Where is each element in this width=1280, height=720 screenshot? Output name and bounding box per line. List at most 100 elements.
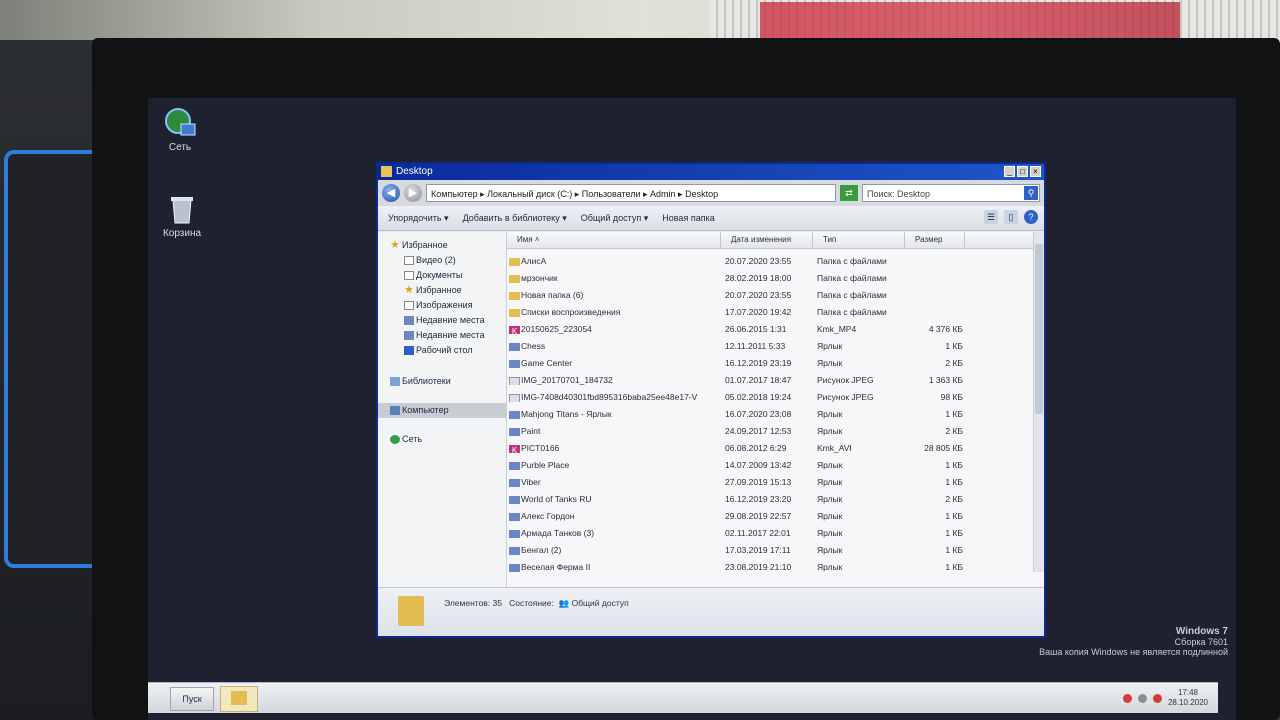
new-folder-button[interactable]: Новая папка xyxy=(662,213,714,223)
image-file-icon xyxy=(509,376,520,385)
window-titlebar[interactable]: Desktop _ □ × xyxy=(378,164,1044,180)
file-type: Kmk_MP4 xyxy=(817,323,857,334)
forward-button[interactable]: ▶ xyxy=(404,184,422,202)
maximize-button[interactable]: □ xyxy=(1017,166,1028,177)
clock-time: 17:48 xyxy=(1177,688,1198,697)
folder-icon xyxy=(509,291,520,300)
view-options-icon[interactable]: ☰ xyxy=(984,210,998,224)
nav-libraries[interactable]: Библиотеки xyxy=(378,374,506,389)
media-file-icon: K xyxy=(509,325,520,334)
file-name-cell: Chess xyxy=(507,341,721,351)
file-name-cell: Purble Place xyxy=(507,460,721,470)
file-row[interactable]: АлисА 20.07.2020 23:55 Папка с файлами xyxy=(507,252,1025,269)
folder-icon xyxy=(509,257,520,266)
file-name: PICT0166 xyxy=(521,442,560,453)
watermark-build: Сборка 7601 xyxy=(1174,637,1228,647)
file-row[interactable]: Алекс Гордон 29.08.2019 22:57 Ярлык 1 КБ xyxy=(507,507,1025,524)
state-value: Общий доступ xyxy=(571,598,629,608)
column-size[interactable]: Размер xyxy=(905,232,965,248)
file-row[interactable]: Game Center 16.12.2019 23:19 Ярлык 2 КБ xyxy=(507,354,1025,371)
file-date: 17.07.2020 19:42 xyxy=(725,306,792,317)
file-row[interactable]: IMG-7408d40301fbd895316baba25ee48e17-V 05… xyxy=(507,388,1025,405)
file-name: Армада Танков (3) xyxy=(521,527,595,538)
file-type: Ярлык xyxy=(817,493,843,504)
file-row[interactable]: Армада Танков (3) 02.11.2017 22:01 Ярлык 1 … xyxy=(507,524,1025,541)
command-bar: Упорядочить ▾ Добавить в библиотеку ▾ Об… xyxy=(378,206,1044,231)
desktop-icon-recycle-bin[interactable]: Корзина xyxy=(150,192,214,239)
file-name: Mahjong Titans - Ярлык xyxy=(521,408,612,419)
file-name-cell: Новая папка (6) xyxy=(507,290,721,300)
minimize-button[interactable]: _ xyxy=(1004,166,1015,177)
nav-item-documents[interactable]: Документы xyxy=(378,268,506,283)
search-input[interactable]: Поиск: Desktop ⚲ xyxy=(862,184,1040,202)
nav-item-videos[interactable]: Видео (2) xyxy=(378,253,506,268)
address-field[interactable]: Компьютер ▸ Локальный диск (C:) ▸ Пользо… xyxy=(426,184,836,202)
file-date: 06.08.2012 6:29 xyxy=(725,442,787,453)
nav-favorites[interactable]: ★ Избранное xyxy=(378,238,506,253)
file-date: 28.02.2019 18:00 xyxy=(725,272,792,283)
file-row[interactable]: Purble Place 14.07.2009 13:42 Ярлык 1 КБ xyxy=(507,456,1025,473)
tray-volume-icon[interactable] xyxy=(1152,693,1162,703)
file-row[interactable]: Viber 27.09.2019 15:13 Ярлык 1 КБ xyxy=(507,473,1025,490)
file-name-cell: Mahjong Titans - Ярлык xyxy=(507,409,721,419)
file-row[interactable]: Списки воспроизведения 17.07.2020 19:42 Па… xyxy=(507,303,1025,320)
column-type[interactable]: Тип xyxy=(813,232,905,248)
file-name-cell: K 20150625_223054 xyxy=(507,324,721,334)
search-icon[interactable]: ⚲ xyxy=(1024,186,1038,200)
file-row[interactable]: K PICT0166 06.08.2012 6:29 Kmk_AVI 28 805 КБ xyxy=(507,439,1025,456)
share-button[interactable]: Общий доступ ▾ xyxy=(581,213,649,224)
refresh-button[interactable]: ⇄ xyxy=(840,185,858,201)
file-name: Алекс Гордон xyxy=(521,510,575,521)
file-row[interactable]: IMG_20170701_184732 01.07.2017 18:47 Рисун… xyxy=(507,371,1025,388)
nav-item-desktop[interactable]: Рабочий стол xyxy=(378,343,506,358)
file-row[interactable]: Бенгал (2) 17.03.2019 17:11 Ярлык 1 КБ xyxy=(507,541,1025,558)
help-icon[interactable]: ? xyxy=(1024,210,1038,224)
file-row[interactable]: World of Tanks RU 16.12.2019 23:20 Ярлык 2 … xyxy=(507,490,1025,507)
nav-item-favorites[interactable]: ★ Избранное xyxy=(378,283,506,298)
preview-pane-icon[interactable]: ▯ xyxy=(1004,210,1018,224)
nav-computer[interactable]: Компьютер xyxy=(378,403,506,418)
file-row[interactable]: Веселая Ферма II 23.08.2019 21:10 Ярлык 1 К… xyxy=(507,558,1025,575)
add-to-library-button[interactable]: Добавить в библиотеку ▾ xyxy=(463,213,567,224)
file-row[interactable]: Новая папка (6) 20.07.2020 23:55 Папка с ф… xyxy=(507,286,1025,303)
close-button[interactable]: × xyxy=(1030,166,1041,177)
back-button[interactable]: ◀ xyxy=(382,184,400,202)
file-row[interactable]: Mahjong Titans - Ярлык 16.07.2020 23:08 Яр… xyxy=(507,405,1025,422)
nav-item-recent-places[interactable]: Недавние места xyxy=(378,328,506,343)
file-row[interactable]: Chess 12.11.2011 5:33 Ярлык 1 КБ xyxy=(507,337,1025,354)
file-row[interactable]: мрзончик 28.02.2019 18:00 Папка с файлами xyxy=(507,269,1025,286)
file-name: Новая папка (6) xyxy=(521,289,584,300)
watermark-os: Windows 7 xyxy=(1175,626,1228,637)
system-tray: 17:48 28.10.2020 xyxy=(1122,686,1208,710)
clock[interactable]: 17:48 28.10.2020 xyxy=(1168,688,1208,708)
nav-label: Библиотеки xyxy=(402,376,451,386)
details-pane: Элементов: 35 Состояние: 👥 Общий доступ xyxy=(378,587,1044,636)
file-type: Ярлык xyxy=(817,425,843,436)
file-name-cell: Алекс Гордон xyxy=(507,511,721,521)
nav-item-pictures[interactable]: Изображения xyxy=(378,298,506,313)
file-row[interactable]: K 20150625_223054 26.06.2015 1:31 Kmk_MP4 4 … xyxy=(507,320,1025,337)
status-text: Элементов: 35 Состояние: 👥 Общий доступ xyxy=(444,598,629,609)
file-row[interactable]: Paint 24.09.2017 12:53 Ярлык 2 КБ xyxy=(507,422,1025,439)
desktop-icon-network[interactable]: Сеть xyxy=(148,106,212,153)
scrollbar-thumb[interactable] xyxy=(1035,244,1043,414)
column-date[interactable]: Дата изменения xyxy=(721,232,813,248)
file-name: Chess xyxy=(521,340,546,351)
vertical-scrollbar[interactable] xyxy=(1033,232,1044,572)
star-icon: ★ xyxy=(404,284,414,296)
column-name[interactable]: Имя ˄ xyxy=(507,232,721,248)
organize-button[interactable]: Упорядочить ▾ xyxy=(388,213,449,224)
nav-item-recent-places[interactable]: Недавние места xyxy=(378,313,506,328)
taskbar-explorer-button[interactable] xyxy=(220,686,258,712)
start-button[interactable]: Пуск xyxy=(170,687,214,711)
file-size: 1 КБ xyxy=(945,408,963,419)
nav-network[interactable]: Сеть xyxy=(378,432,506,447)
nav-label: Избранное xyxy=(416,285,462,295)
network-icon xyxy=(390,435,400,444)
file-date: 29.08.2019 22:57 xyxy=(725,510,792,521)
window-title: Desktop xyxy=(396,166,433,177)
folder-icon xyxy=(231,691,247,705)
file-type: Ярлык xyxy=(817,459,843,470)
tray-network-icon[interactable] xyxy=(1137,693,1147,703)
tray-flag-icon[interactable] xyxy=(1122,693,1132,703)
